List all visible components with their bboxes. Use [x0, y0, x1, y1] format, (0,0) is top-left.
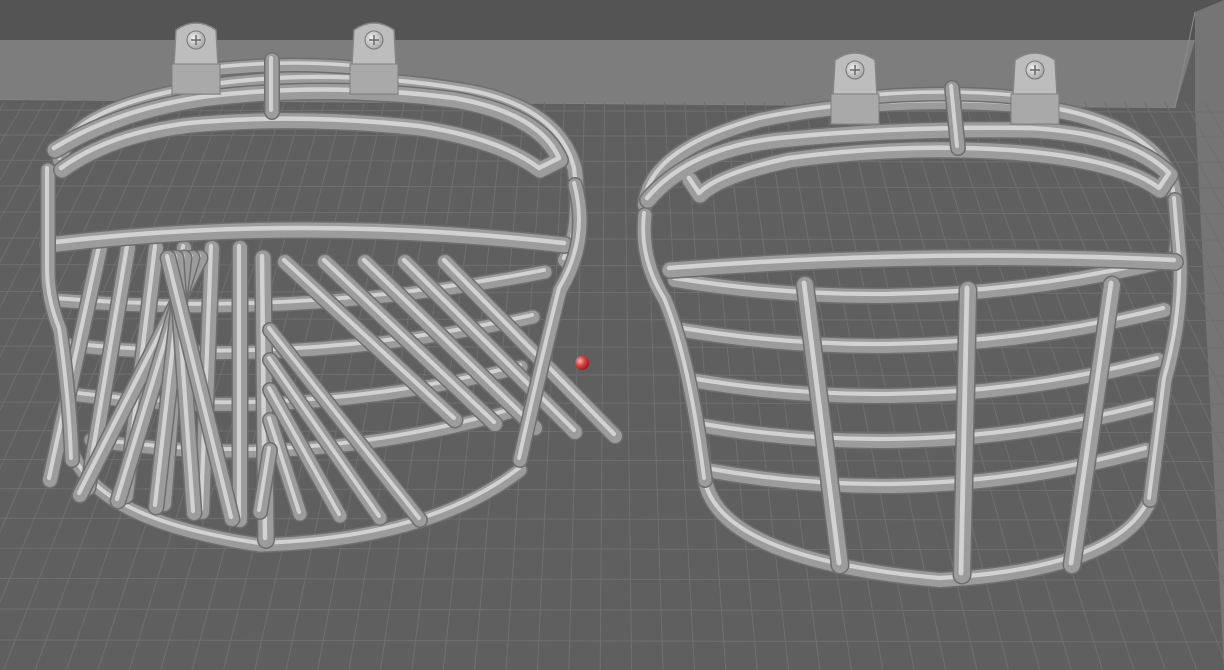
screw-icon	[364, 30, 384, 50]
screw-icon	[845, 60, 865, 80]
screw-icon	[1025, 60, 1045, 80]
scene-canvas[interactable]	[0, 0, 1224, 670]
3d-viewport[interactable]	[0, 0, 1224, 670]
top-post	[264, 52, 280, 120]
diagonal-bar	[231, 239, 249, 529]
screw-icon	[186, 30, 206, 50]
mounting-clip	[830, 52, 880, 125]
vertical-bar-center	[952, 280, 978, 585]
top-post	[944, 80, 966, 156]
mounting-clip	[1010, 52, 1060, 125]
mounting-clip	[349, 22, 399, 95]
mounting-clip	[171, 22, 221, 95]
pivot-point-icon[interactable]	[575, 356, 589, 370]
